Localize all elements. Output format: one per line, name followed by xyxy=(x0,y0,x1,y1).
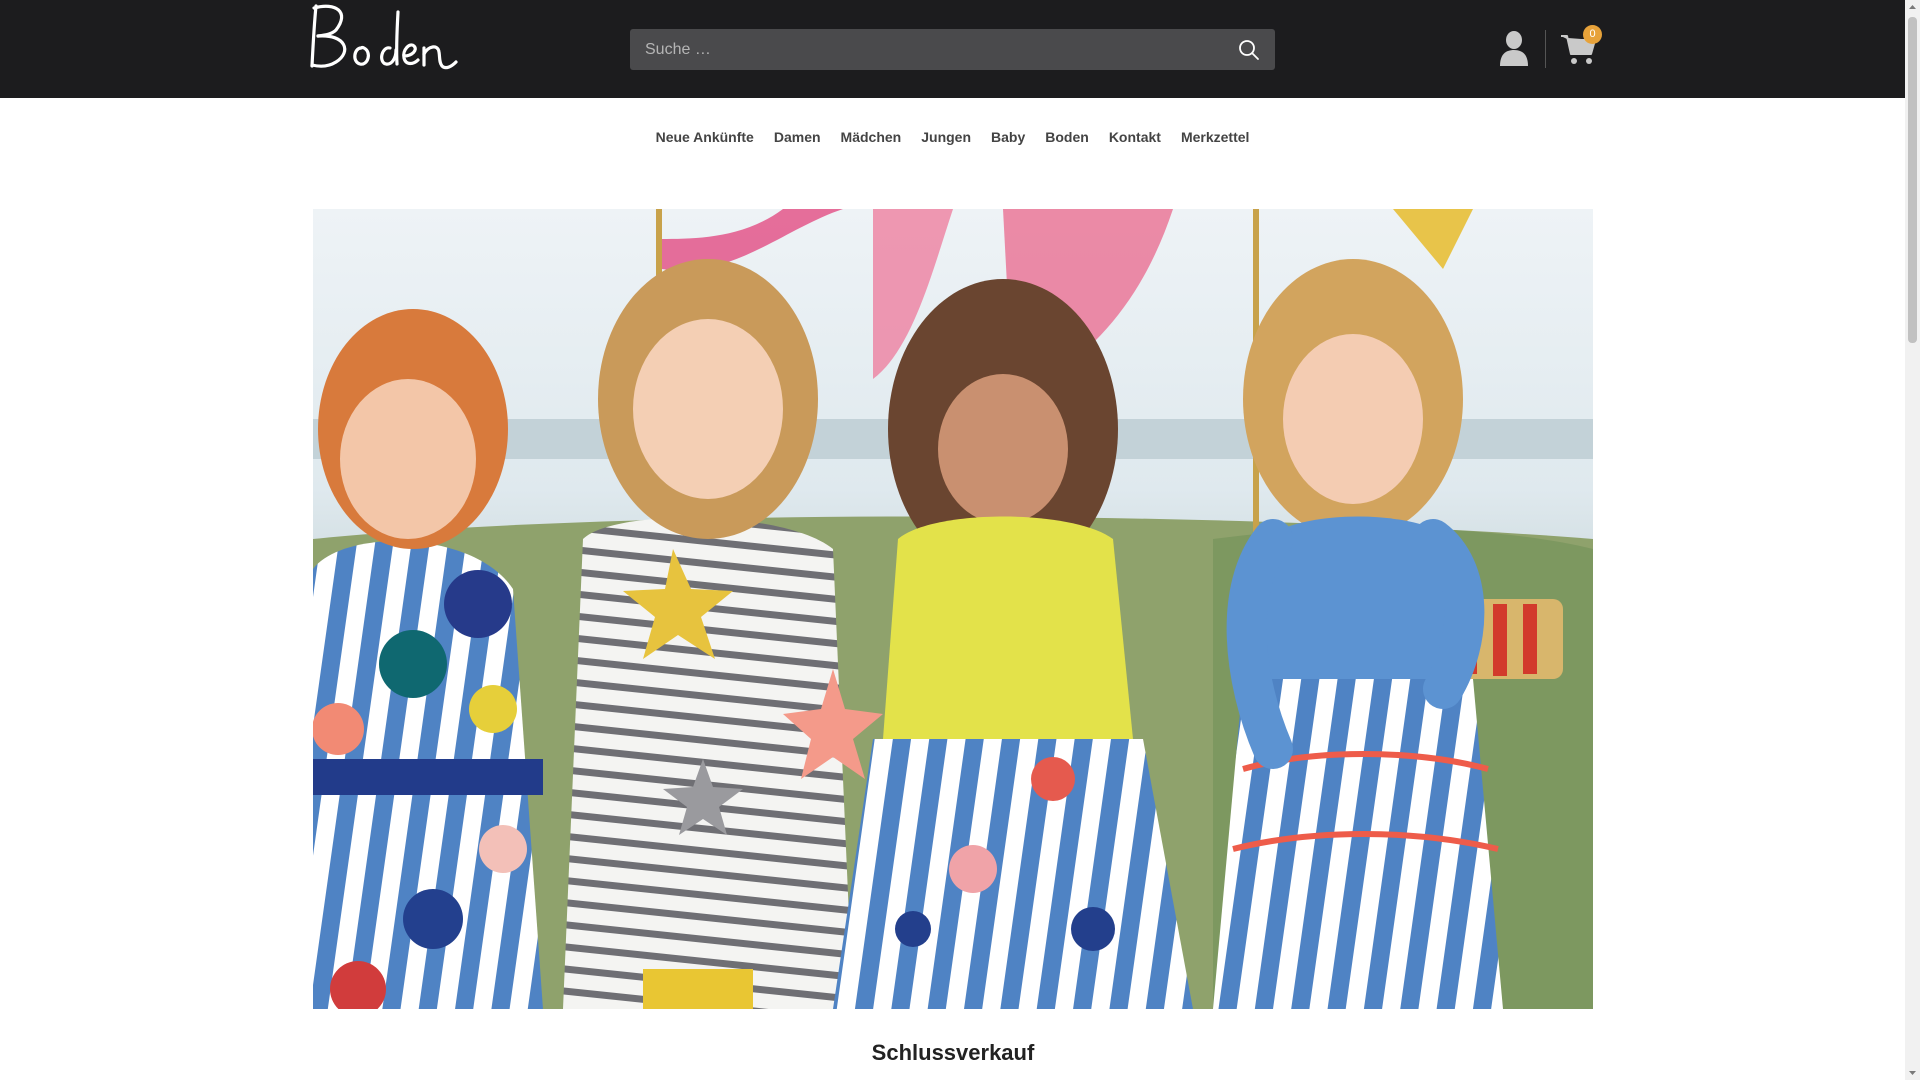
hero-banner[interactable] xyxy=(313,209,1593,1009)
nav-item-boden[interactable]: Boden xyxy=(1045,129,1089,145)
header-divider xyxy=(1545,30,1546,68)
cart-count-badge: 0 xyxy=(1583,25,1602,44)
section-title: Schlussverkauf xyxy=(871,1040,1035,1065)
nav-item-merkzettel[interactable]: Merkzettel xyxy=(1181,129,1249,145)
header-bar: 0 xyxy=(0,0,1905,98)
account-button[interactable] xyxy=(1498,30,1530,66)
boden-logo-script xyxy=(310,4,458,70)
hero-image-kids xyxy=(313,209,1593,1009)
nav-item-maedchen[interactable]: Mädchen xyxy=(841,129,902,145)
boden-logo[interactable] xyxy=(306,0,462,72)
search-box xyxy=(630,29,1275,70)
page-scrollbar[interactable] xyxy=(1905,0,1920,1080)
main-navigation: Neue Ankünfte Damen Mädchen Jungen Baby … xyxy=(0,98,1905,168)
scrollbar-thumb[interactable] xyxy=(1908,17,1917,343)
nav-item-kontakt[interactable]: Kontakt xyxy=(1109,129,1161,145)
page: 0 Neue Ankünfte Damen Mädchen Jungen Bab… xyxy=(0,0,1920,1080)
user-icon xyxy=(1500,31,1528,66)
search-button[interactable] xyxy=(1235,36,1263,64)
search-icon xyxy=(1239,40,1259,60)
nav-item-baby[interactable]: Baby xyxy=(991,129,1025,145)
nav-item-neue-ankuenfte[interactable]: Neue Ankünfte xyxy=(656,129,754,145)
nav-item-damen[interactable]: Damen xyxy=(774,129,821,145)
scroll-up-arrow-icon[interactable] xyxy=(1905,0,1920,15)
scroll-down-arrow-icon[interactable] xyxy=(1905,1065,1920,1080)
search-input[interactable] xyxy=(630,29,1220,70)
nav-item-jungen[interactable]: Jungen xyxy=(921,129,971,145)
